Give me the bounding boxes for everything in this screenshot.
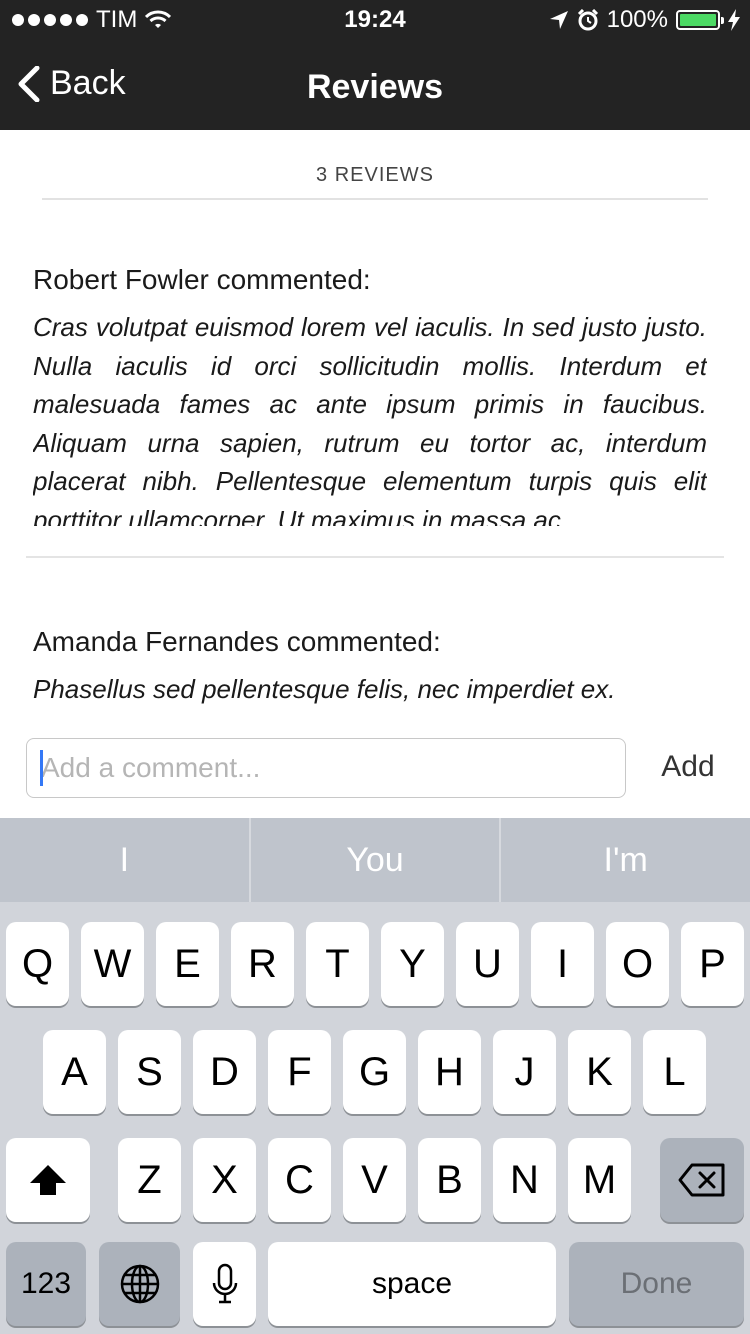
backspace-icon [678,1163,725,1197]
shift-icon [30,1165,66,1195]
key-m[interactable]: M [568,1138,631,1222]
key-b[interactable]: B [418,1138,481,1222]
microphone-icon [212,1263,237,1304]
review-author: Robert Fowler commented: [33,264,371,295]
battery-icon [676,10,724,30]
review-author: Amanda Fernandes commented: [33,626,441,657]
key-w[interactable]: W [81,922,144,1006]
key-u[interactable]: U [456,922,519,1006]
key-g[interactable]: G [343,1030,406,1114]
key-y[interactable]: Y [381,922,444,1006]
key-r[interactable]: R [231,922,294,1006]
review-text: Cras volutpat euismod lorem vel iaculis.… [33,312,707,526]
charging-bolt-icon [728,9,740,31]
text-caret [40,750,43,786]
key-e[interactable]: E [156,922,219,1006]
header-divider [42,198,708,200]
key-h[interactable]: H [418,1030,481,1114]
done-key[interactable]: Done [569,1242,744,1326]
backspace-key[interactable] [660,1138,744,1222]
location-arrow-icon [549,11,568,29]
top-bar: TIM 19:24 100% Back Reviews [0,0,750,130]
shift-key[interactable] [6,1138,90,1222]
key-q[interactable]: Q [6,922,69,1006]
globe-key[interactable] [99,1242,180,1326]
numbers-key[interactable]: 123 [6,1242,86,1326]
status-bar: TIM 19:24 100% [0,0,750,40]
key-o[interactable]: O [606,922,669,1006]
review-item: Robert Fowler commented: Cras volutpat e… [33,264,707,526]
key-s[interactable]: S [118,1030,181,1114]
suggestion-item[interactable]: I'm [501,818,750,902]
key-l[interactable]: L [643,1030,706,1114]
dictation-key[interactable] [193,1242,256,1326]
status-right: 100% [549,6,740,34]
navigation-bar: Back Reviews [0,40,750,130]
key-i[interactable]: I [531,922,594,1006]
key-x[interactable]: X [193,1138,256,1222]
battery-percent: 100% [606,6,668,33]
key-d[interactable]: D [193,1030,256,1114]
key-n[interactable]: N [493,1138,556,1222]
key-k[interactable]: K [568,1030,631,1114]
space-key[interactable]: space [268,1242,556,1326]
key-v[interactable]: V [343,1138,406,1222]
suggestion-item[interactable]: I [0,818,249,902]
page-title: Reviews [306,68,444,106]
suggestion-item[interactable]: You [251,818,500,902]
suggestion-bar: I You I'm [0,818,750,902]
key-p[interactable]: P [681,922,744,1006]
key-f[interactable]: F [268,1030,331,1114]
key-j[interactable]: J [493,1030,556,1114]
key-a[interactable]: A [43,1030,106,1114]
key-z[interactable]: Z [118,1138,181,1222]
comment-input[interactable] [26,738,626,798]
keyboard: I You I'm Q W E R T Y U I O P A S D F G … [0,818,750,1334]
add-comment-button[interactable]: Add [650,750,726,784]
globe-icon [120,1264,159,1304]
key-t[interactable]: T [306,922,369,1006]
key-c[interactable]: C [268,1138,331,1222]
review-divider [26,556,724,558]
review-text: Phasellus sed pellentesque felis, nec im… [33,674,616,704]
review-item: Amanda Fernandes commented: Phasellus se… [33,626,707,708]
reviews-count: 3 REVIEWS [316,164,434,186]
alarm-icon [577,9,598,31]
